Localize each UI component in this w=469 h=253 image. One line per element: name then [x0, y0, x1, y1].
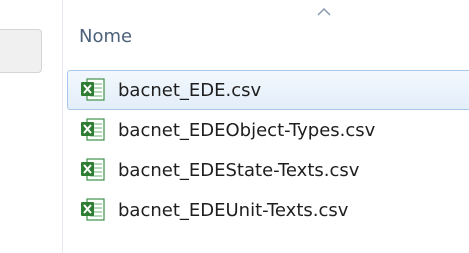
- excel-csv-icon: [81, 78, 105, 101]
- excel-csv-icon: [81, 118, 105, 141]
- sort-ascending-icon: [317, 8, 331, 16]
- file-name: bacnet_EDEObject-Types.csv: [118, 120, 376, 141]
- file-item-bacnet-ede[interactable]: bacnet_EDE.csv: [67, 70, 469, 110]
- excel-csv-icon: [81, 198, 105, 221]
- navigation-pane-item[interactable]: [0, 29, 42, 73]
- excel-csv-icon: [81, 158, 105, 181]
- column-header-name[interactable]: Nome: [63, 0, 469, 64]
- column-header-label: Nome: [79, 26, 133, 47]
- file-name: bacnet_EDE.csv: [118, 80, 262, 101]
- file-name: bacnet_EDEUnit-Texts.csv: [118, 200, 349, 221]
- file-item-bacnet-edeunit-texts[interactable]: bacnet_EDEUnit-Texts.csv: [67, 190, 469, 230]
- file-list: bacnet_EDE.csv bacnet_EDEObject-Types.cs…: [67, 70, 469, 230]
- file-item-bacnet-edeobject-types[interactable]: bacnet_EDEObject-Types.csv: [67, 110, 469, 150]
- navigation-pane: [0, 0, 62, 253]
- file-item-bacnet-edestate-texts[interactable]: bacnet_EDEState-Texts.csv: [67, 150, 469, 190]
- file-name: bacnet_EDEState-Texts.csv: [118, 160, 360, 181]
